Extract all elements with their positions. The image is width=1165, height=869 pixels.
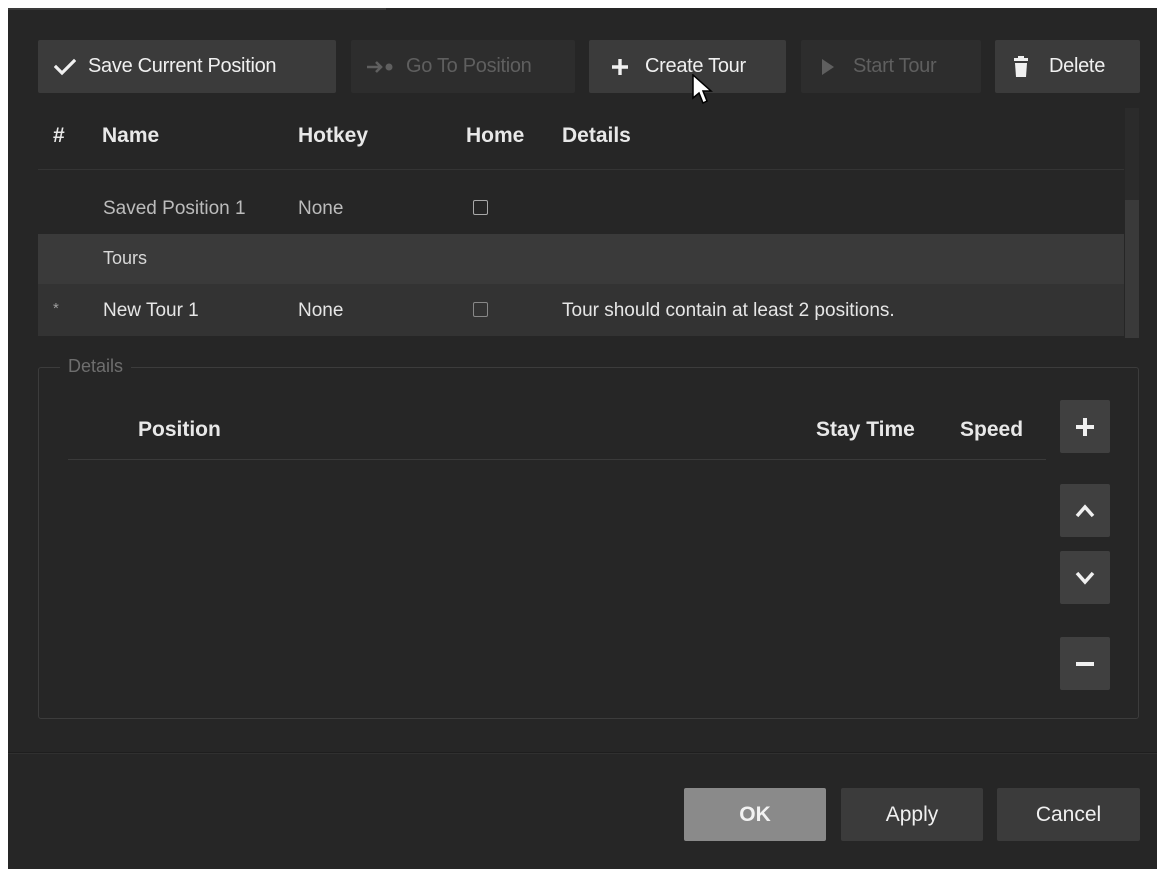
row-details: Tour should contain at least 2 positions… xyxy=(562,300,895,321)
trash-icon xyxy=(1013,55,1029,78)
move-up-button[interactable] xyxy=(1060,484,1110,537)
delete-label: Delete xyxy=(1049,55,1106,77)
go-to-position-button[interactable]: Go To Position xyxy=(351,40,575,93)
table-row[interactable]: Saved Position 1 None xyxy=(38,184,1124,234)
table-scrollbar-thumb[interactable] xyxy=(1125,200,1139,338)
footer-divider-light xyxy=(8,753,1157,754)
start-tour-button[interactable]: Start Tour xyxy=(801,40,981,93)
delete-button[interactable]: Delete xyxy=(995,40,1140,93)
row-hotkey: None xyxy=(298,198,344,219)
save-current-position-button[interactable]: Save Current Position xyxy=(38,40,336,93)
col-header-position: Position xyxy=(138,418,221,441)
mouse-cursor-icon xyxy=(692,73,714,111)
row-name: Saved Position 1 xyxy=(103,198,246,219)
go-to-position-label: Go To Position xyxy=(406,55,532,77)
create-tour-button[interactable]: Create Tour xyxy=(589,40,786,93)
play-icon xyxy=(821,58,835,76)
header-divider xyxy=(38,169,1124,170)
col-header-hotkey: Hotkey xyxy=(298,124,369,147)
arrow-right-dot-icon xyxy=(366,60,398,74)
row-hotkey: None xyxy=(298,300,344,321)
chevron-down-icon xyxy=(1075,571,1095,585)
start-tour-label: Start Tour xyxy=(853,55,937,77)
plus-icon xyxy=(611,58,629,76)
col-header-speed: Speed xyxy=(960,418,1024,441)
tour-dialog: Save Current Position Go To Position Cre… xyxy=(8,8,1157,869)
col-header-name: Name xyxy=(102,124,160,147)
check-icon xyxy=(54,58,76,76)
title-edge xyxy=(8,8,386,10)
col-header-stay-time: Stay Time xyxy=(816,418,915,441)
plus-icon xyxy=(1076,417,1094,436)
row-name: New Tour 1 xyxy=(103,300,199,321)
details-header-divider xyxy=(68,459,1046,460)
minus-icon xyxy=(1076,661,1094,666)
apply-button[interactable]: Apply xyxy=(841,788,983,841)
ok-button[interactable]: OK xyxy=(684,788,826,841)
home-checkbox[interactable] xyxy=(473,302,488,317)
table-row[interactable]: * New Tour 1 None Tour should contain at… xyxy=(38,284,1124,336)
tours-section-header: Tours xyxy=(38,234,1124,284)
col-header-details: Details xyxy=(562,124,631,147)
remove-position-button[interactable] xyxy=(1060,637,1110,690)
cancel-button[interactable]: Cancel xyxy=(997,788,1140,841)
chevron-up-icon xyxy=(1075,503,1095,517)
row-marker: * xyxy=(53,300,59,317)
col-header-home: Home xyxy=(466,124,525,147)
col-header-number: # xyxy=(53,124,65,147)
section-label: Tours xyxy=(103,248,148,268)
save-current-position-label: Save Current Position xyxy=(88,55,277,77)
move-down-button[interactable] xyxy=(1060,551,1110,604)
details-group-title: Details xyxy=(60,356,132,377)
add-position-button[interactable] xyxy=(1060,400,1110,453)
home-checkbox[interactable] xyxy=(473,200,488,215)
